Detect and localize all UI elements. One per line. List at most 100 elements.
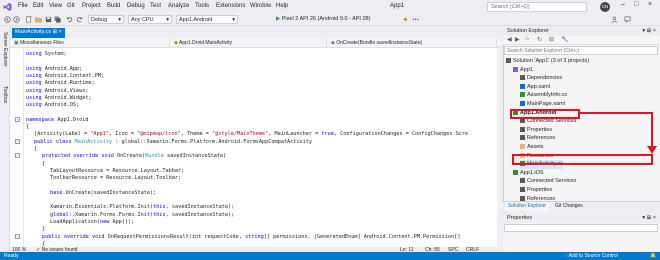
code-token: Bundle (145, 153, 164, 160)
menu-tools[interactable]: Tools (195, 3, 209, 9)
fold-toggle-icon[interactable]: − (15, 116, 20, 122)
code-line[interactable]: public class MainActivity : global::Xama… (34, 138, 312, 146)
code-line[interactable]: base.OnCreate(savedInstanceState); (50, 189, 156, 197)
properties-object-select[interactable] (504, 224, 658, 232)
live-share-icon[interactable] (611, 16, 618, 23)
home-icon[interactable]: ⌂ (525, 36, 529, 42)
save-icon[interactable] (45, 16, 52, 23)
notifications-icon[interactable]: 🔔 (650, 253, 656, 259)
issues-indicator[interactable]: ✔ No issues found (36, 247, 77, 253)
fold-toggle-icon[interactable]: − (15, 138, 20, 144)
code-token: using (26, 65, 42, 72)
tree-node-icon (520, 101, 525, 107)
panel-options-icon[interactable]: ▾ ⊞ × (642, 28, 656, 34)
nav-member-label: OnCreate(Bundle savedInstanceState) (336, 40, 423, 46)
menu-extensions[interactable]: Extensions (216, 3, 245, 9)
fold-toggle-icon[interactable]: − (15, 233, 20, 239)
undo-icon[interactable] (66, 16, 73, 23)
solution-explorer-title: Solution Explorer (507, 28, 549, 34)
code-token: Android.App; (41, 65, 83, 72)
code-token: MainActivity (74, 138, 113, 145)
save-all-icon[interactable] (54, 16, 61, 23)
open-folder-icon[interactable] (35, 16, 42, 23)
menu-help[interactable]: Help (276, 3, 288, 9)
line-ending[interactable]: CRLF (466, 247, 479, 253)
tree-item-label: Solution 'App1' (3 of 3 projects) (513, 58, 590, 64)
sol-back-icon[interactable]: ◀ (507, 36, 512, 43)
add-to-source-control[interactable]: ↑ Add to Source Control (565, 253, 618, 259)
minimize-icon[interactable]: – (621, 1, 625, 8)
solution-search-input[interactable]: Search Solution Explorer (Ctrl+;) (504, 46, 658, 55)
toolbox-tab[interactable]: Toolbox (2, 86, 8, 103)
back-icon[interactable] (4, 16, 11, 23)
tab-mainactivity[interactable]: MainActivity.cs ⊞ × (12, 28, 65, 38)
tab-git-changes[interactable]: Git Changes (552, 202, 586, 211)
hot-reload-icon[interactable] (402, 16, 409, 23)
column-number[interactable]: Ch: 85 (425, 247, 440, 253)
redo-icon[interactable] (76, 16, 83, 23)
line-number[interactable]: Ln: 11 (400, 247, 414, 253)
code-line[interactable]: { (26, 123, 29, 131)
menu-debug[interactable]: Debug (127, 3, 145, 9)
collapse-all-icon[interactable]: ⊟ (549, 36, 554, 43)
code-line[interactable]: using System; (26, 50, 67, 58)
code-token: protected override void (42, 153, 114, 160)
code-line[interactable]: using Android.OS; (26, 101, 79, 109)
menu-edit[interactable]: Edit (33, 3, 43, 9)
search-input[interactable]: Search (Ctrl+Q) (487, 2, 587, 12)
menu-analyze[interactable]: Analyze (168, 3, 189, 9)
startup-project-select[interactable]: App1.Android ▾ (176, 15, 238, 24)
vertical-scrollbar[interactable] (497, 48, 501, 247)
maximize-icon[interactable]: □ (634, 1, 638, 8)
code-line[interactable]: ToolbarResource = Resource.Layout.Toolba… (50, 174, 181, 182)
run-button[interactable]: ▶ Pixel 2 API 26 (Android 9.0 - API 28) (274, 15, 372, 24)
whitespace-mode[interactable]: SPC (448, 247, 458, 253)
menu-project[interactable]: Project (82, 3, 101, 9)
properties-icon[interactable]: 🔧 (561, 36, 568, 43)
fold-toggle-icon[interactable]: − (15, 153, 20, 159)
code-line[interactable]: { (42, 160, 45, 168)
close-icon[interactable]: × (648, 1, 652, 8)
platform-select[interactable]: Any CPU ▾ (128, 15, 172, 24)
code-token: .OnCreate(savedInstanceState); (62, 189, 157, 196)
sol-forward-icon[interactable]: ▶ (515, 36, 520, 43)
menu-view[interactable]: View (49, 3, 62, 9)
new-project-icon[interactable] (25, 16, 32, 23)
tree-item-label: Connected Services (527, 178, 577, 185)
code-line[interactable]: namespace App1.Droid (26, 116, 88, 124)
code-line[interactable]: public override void OnRequestPermission… (42, 233, 461, 241)
nav-project-select[interactable]: ▣ Miscellaneous Files (12, 39, 170, 47)
code-token: savedInstanceState) (163, 153, 227, 160)
sync-icon[interactable]: ↻ (537, 36, 542, 43)
code-token: Xamarin.Essentials.Platform.Init( (50, 204, 154, 211)
code-token: App()); (109, 218, 135, 225)
code-line[interactable]: protected override void OnCreate(Bundle … (42, 152, 226, 160)
nav-member-select[interactable]: ◆ OnCreate(Bundle savedInstanceState) (329, 39, 497, 47)
menu-git[interactable]: Git (67, 3, 75, 9)
tab-close-icon[interactable]: × (59, 29, 62, 35)
configuration-select[interactable]: Debug ▾ (88, 15, 124, 24)
menu-test[interactable]: Test (150, 3, 161, 9)
tab-solution-explorer[interactable]: Solution Explorer (505, 202, 550, 211)
code-line[interactable]: { (34, 145, 37, 153)
user-avatar[interactable]: CN (600, 2, 610, 12)
menu-build[interactable]: Build (107, 3, 120, 9)
code-token: this (153, 211, 166, 218)
nav-class-select[interactable]: ◆ App1.Droid.MainActivity (172, 39, 327, 47)
tree-item-label: AssemblyInfo.cs (527, 92, 568, 99)
code-line[interactable]: LoadApplication(new App()); (50, 218, 134, 226)
toolbar-overflow-icon[interactable] (412, 16, 419, 23)
pin-icon[interactable]: ⊞ (53, 29, 58, 35)
code-token: { (34, 145, 38, 152)
check-circle-icon: ✔ (36, 247, 41, 253)
feedback-icon[interactable] (624, 16, 631, 23)
tree-node-icon (520, 178, 525, 184)
menu-file[interactable]: File (18, 3, 28, 9)
server-explorer-tab[interactable]: Server Explorer (2, 32, 8, 67)
tree-node-icon (520, 144, 525, 150)
menu-window[interactable]: Window (250, 3, 271, 9)
properties-options-icon[interactable]: ▾ ⊞ × (642, 215, 656, 221)
tree-node-icon (520, 92, 525, 98)
code-token: this (153, 204, 166, 211)
forward-icon[interactable] (13, 16, 20, 23)
